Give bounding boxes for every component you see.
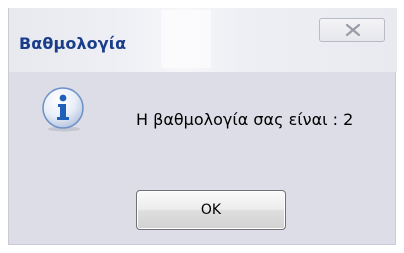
ok-button[interactable]: OK — [136, 190, 286, 230]
message-dialog: Βαθμολογία Η βαθμολογία σας είναι : 2 OK — [8, 8, 397, 245]
close-icon — [345, 24, 361, 36]
title-highlight — [161, 10, 211, 68]
close-button[interactable] — [319, 18, 385, 42]
info-icon — [42, 87, 84, 132]
title-bar[interactable]: Βαθμολογία — [9, 8, 397, 72]
message-text: Η βαθμολογία σας είναι : 2 — [136, 110, 354, 129]
window-title: Βαθμολογία — [19, 34, 127, 53]
dialog-body: Η βαθμολογία σας είναι : 2 OK — [9, 72, 395, 244]
